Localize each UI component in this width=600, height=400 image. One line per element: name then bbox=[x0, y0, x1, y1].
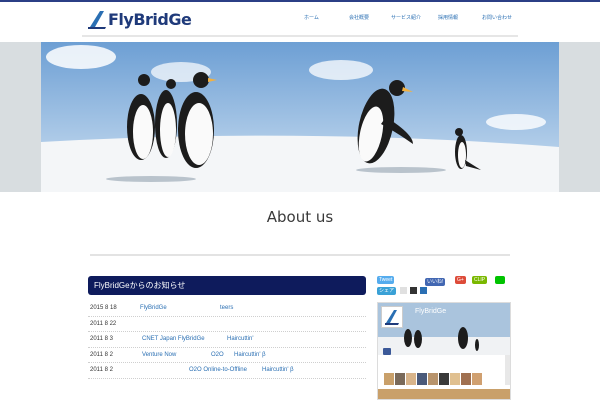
facebook-like-icon[interactable] bbox=[383, 348, 391, 355]
news-link[interactable]: O2O bbox=[211, 352, 224, 358]
hatena-icon[interactable] bbox=[400, 287, 407, 294]
nav-contact[interactable]: お問い合わせ bbox=[482, 14, 512, 21]
news-link[interactable]: Haircuttin' β bbox=[234, 352, 266, 358]
linkedin-icon[interactable] bbox=[420, 287, 427, 294]
follower-avatar[interactable] bbox=[450, 373, 460, 385]
nav-company[interactable]: 会社概要 bbox=[349, 14, 369, 21]
follower-avatar[interactable] bbox=[428, 373, 438, 385]
penguins-image bbox=[41, 42, 559, 192]
follower-avatar[interactable] bbox=[406, 373, 416, 385]
pocket-icon[interactable] bbox=[410, 287, 417, 294]
nav-recruit[interactable]: 採用情報 bbox=[438, 14, 458, 21]
news-item: 2011 8 22 bbox=[88, 317, 366, 332]
facebook-post-preview bbox=[378, 389, 510, 399]
avatar-logo-icon bbox=[385, 310, 399, 325]
news-date: 2011 8 2 bbox=[90, 351, 113, 358]
news-date: 2011 8 2 bbox=[90, 367, 113, 373]
google-plus-button[interactable]: G+ bbox=[455, 276, 466, 284]
follower-avatar[interactable] bbox=[417, 373, 427, 385]
share-button[interactable]: シェア bbox=[377, 287, 397, 295]
site-header: FlyBridGe ホーム 会社概要 サービス紹介 採用情報 お問い合わせ bbox=[0, 2, 600, 42]
section-divider bbox=[90, 254, 510, 256]
tweet-button[interactable]: Tweet bbox=[377, 276, 395, 284]
news-item: 2011 8 2 Venture Now O2O Haircuttin' β bbox=[88, 348, 366, 363]
clip-button[interactable]: CLIP bbox=[472, 276, 488, 284]
news-item: 2015 8 18 FlyBridGe teers bbox=[88, 301, 366, 317]
header-divider bbox=[82, 35, 518, 37]
news-link[interactable]: Haircuttin' β bbox=[262, 367, 294, 373]
follower-avatar[interactable] bbox=[439, 373, 449, 385]
section-title: About us bbox=[266, 208, 334, 226]
news-item: 2011 8 2 O2O Online-to-Offline Haircutti… bbox=[88, 363, 366, 379]
news-list: 2015 8 18 FlyBridGe teers 2011 8 22 2011… bbox=[88, 301, 366, 379]
news-link[interactable]: teers bbox=[220, 305, 233, 311]
facebook-avatar[interactable] bbox=[381, 306, 403, 328]
widget-scrollbar[interactable] bbox=[505, 355, 510, 385]
line-icon[interactable] bbox=[495, 276, 505, 284]
facebook-page-name[interactable]: FlyBridGe bbox=[415, 308, 446, 315]
follower-avatar[interactable] bbox=[461, 373, 471, 385]
facebook-like-button[interactable]: いいね! bbox=[425, 278, 446, 286]
nav-services[interactable]: サービス紹介 bbox=[391, 14, 421, 21]
news-date: 2011 8 3 bbox=[90, 336, 113, 342]
follower-faces bbox=[384, 373, 482, 385]
nav-home[interactable]: ホーム bbox=[304, 14, 319, 21]
news-date: 2015 8 18 bbox=[90, 305, 117, 311]
social-buttons: Tweet いいね! G+ CLIP シェア bbox=[377, 274, 511, 298]
news-link[interactable]: Haircuttin' bbox=[227, 336, 254, 342]
facebook-page-widget: FlyBridGe bbox=[377, 302, 511, 400]
news-link[interactable]: CNET Japan FlyBridGe bbox=[142, 336, 205, 342]
news-date: 2011 8 22 bbox=[90, 320, 117, 327]
news-link[interactable]: O2O Online-to-Offline bbox=[189, 367, 247, 373]
news-link[interactable]: FlyBridGe bbox=[140, 305, 167, 311]
follower-avatar[interactable] bbox=[384, 373, 394, 385]
hero-banner bbox=[0, 42, 600, 192]
news-link[interactable]: Venture Now bbox=[142, 352, 176, 358]
news-heading: FlyBridGeからのお知らせ bbox=[88, 276, 366, 295]
follower-avatar[interactable] bbox=[395, 373, 405, 385]
follower-avatar[interactable] bbox=[472, 373, 482, 385]
main-nav: ホーム 会社概要 サービス紹介 採用情報 お問い合わせ bbox=[0, 14, 600, 26]
news-item: 2011 8 3 CNET Japan FlyBridGe Haircuttin… bbox=[88, 332, 366, 348]
